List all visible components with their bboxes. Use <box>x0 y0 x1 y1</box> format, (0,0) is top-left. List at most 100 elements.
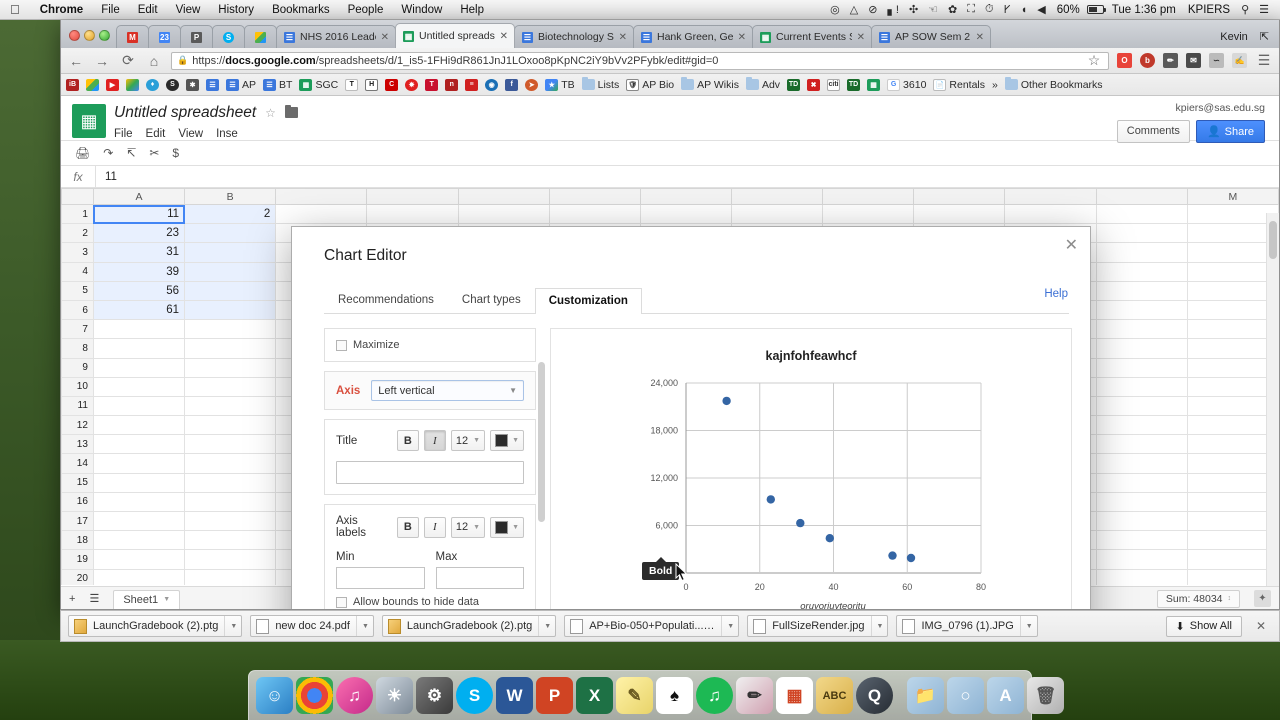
cell[interactable] <box>1186 453 1279 474</box>
blocked-icon[interactable]: ⊘ <box>863 3 882 16</box>
select-all-corner[interactable] <box>61 188 94 205</box>
explore-icon[interactable]: ✦ <box>1254 590 1271 607</box>
bookmark-t[interactable]: T <box>425 78 439 91</box>
bookmark-asterisk[interactable]: ✱ <box>186 78 199 91</box>
bookmark-other-bookmarks[interactable]: Other Bookmarks <box>1004 77 1103 91</box>
maximize-checkbox[interactable] <box>336 339 347 351</box>
cell[interactable] <box>1186 395 1279 417</box>
forward-arrow-icon[interactable]: → <box>93 53 111 69</box>
zoom-window-button[interactable] <box>99 30 110 41</box>
bookmarks-overflow-button[interactable]: » <box>992 79 998 91</box>
column-header-e[interactable] <box>457 188 550 205</box>
chevron-down-icon[interactable]: ▼ <box>870 616 883 636</box>
cell[interactable] <box>184 491 277 513</box>
chevron-down-icon[interactable]: ▼ <box>721 616 734 636</box>
menu-file[interactable]: File <box>92 4 129 16</box>
account-email[interactable]: kpiers@sas.edu.sg <box>1117 102 1265 114</box>
bookmark-lists[interactable]: Lists <box>581 77 619 91</box>
pointer-icon[interactable]: ☜ <box>923 3 943 16</box>
cell[interactable] <box>184 319 277 340</box>
cell[interactable] <box>1186 434 1279 455</box>
cell[interactable] <box>1186 472 1279 493</box>
cell[interactable] <box>184 357 277 378</box>
close-tab-icon[interactable]: ✕ <box>381 32 389 43</box>
close-tab-icon[interactable]: ✕ <box>976 32 984 43</box>
undo-icon[interactable]: ↷ <box>103 146 113 160</box>
column-header-b[interactable]: B <box>184 188 277 205</box>
photos-icon[interactable]: ☀ <box>376 677 413 714</box>
paint-format-icon[interactable]: ✂ <box>149 146 159 160</box>
bookmark-td-2[interactable]: TD <box>847 78 861 91</box>
bookmark-water[interactable]: ♦ <box>146 78 159 91</box>
bookmark-eye[interactable]: ◉ <box>485 78 499 91</box>
row-header[interactable]: 18 <box>61 530 94 551</box>
cell[interactable] <box>92 530 186 551</box>
axis-title-input[interactable] <box>336 461 524 484</box>
sheets-menu-view[interactable]: View <box>178 128 203 140</box>
tab-recommendations[interactable]: Recommendations <box>324 287 448 313</box>
fan-icon[interactable]: ✣ <box>904 3 923 16</box>
tab-current-events-sign-up[interactable]: ▦ Current Events Sign U ✕ <box>752 25 872 48</box>
tab-customization[interactable]: Customization <box>534 288 642 314</box>
chevron-down-icon[interactable]: ▼ <box>224 616 237 636</box>
tab-nhs-2016-leadership[interactable]: ☰ NHS 2016 Leadership ✕ <box>276 25 396 48</box>
bookmark-tb[interactable]: ★ TB <box>545 78 575 91</box>
spades-icon[interactable]: ♠ <box>656 677 693 714</box>
documents-folder-icon[interactable]: 📁 <box>907 677 944 714</box>
row-header[interactable]: 15 <box>61 472 94 493</box>
record-icon[interactable]: ◎ <box>825 3 845 16</box>
cell[interactable] <box>184 530 277 551</box>
window-controls[interactable] <box>67 30 116 48</box>
cell[interactable] <box>548 203 641 225</box>
bookmark-docs-1[interactable]: ☰ <box>206 78 219 91</box>
quicktime-icon[interactable]: Q <box>856 677 893 714</box>
row-header[interactable]: 4 <box>61 261 94 282</box>
row-header[interactable]: 12 <box>61 415 94 436</box>
cell[interactable] <box>92 472 186 493</box>
title-color-select[interactable]: ▼ <box>490 430 524 451</box>
menu-people[interactable]: People <box>339 4 393 16</box>
cell[interactable] <box>184 434 277 455</box>
cell[interactable] <box>730 203 824 225</box>
dictionary-icon[interactable]: ABC <box>816 677 853 714</box>
row-header[interactable]: 14 <box>61 453 94 474</box>
cell[interactable] <box>1095 203 1188 225</box>
menu-chrome[interactable]: Chrome <box>31 4 92 16</box>
cell[interactable] <box>1186 242 1279 263</box>
bookmark-td[interactable]: TD <box>787 78 801 91</box>
maximize-row[interactable]: Maximize <box>336 339 524 351</box>
row-header[interactable]: 11 <box>61 395 94 417</box>
bookmark-ap[interactable]: ☰ AP <box>226 78 256 91</box>
cell[interactable] <box>639 203 733 225</box>
wifi-icon[interactable]: ◖ <box>1016 4 1033 16</box>
extension-b-icon[interactable]: b <box>1140 53 1155 68</box>
bookmark-x[interactable]: ✖ <box>807 78 821 91</box>
row-header[interactable]: 7 <box>61 319 94 340</box>
plus-icon[interactable]: + <box>69 593 75 605</box>
cell-b6[interactable] <box>184 299 277 321</box>
downloads-folder-icon[interactable]: ○ <box>947 677 984 714</box>
cell[interactable] <box>366 203 459 225</box>
download-item[interactable]: new doc 24.pdf ▼ <box>250 615 374 637</box>
print-icon[interactable]: 🖨 <box>75 146 90 160</box>
cell[interactable] <box>1186 376 1279 397</box>
cell[interactable] <box>1095 472 1188 493</box>
search-icon[interactable]: ⚲ <box>1236 3 1254 16</box>
bookmark-ap-wikis[interactable]: AP Wikis <box>681 77 739 91</box>
title-bold-button[interactable]: B <box>396 430 419 451</box>
menu-window[interactable]: Window <box>392 4 451 16</box>
pinned-tab-drive[interactable] <box>244 25 277 48</box>
chrome-icon[interactable] <box>296 677 333 714</box>
download-item[interactable]: IMG_0796 (1).JPG ▼ <box>896 615 1038 637</box>
cell[interactable] <box>184 415 277 436</box>
extension-evernote-icon[interactable]: ✏ <box>1163 53 1178 68</box>
dropbox-alt-icon[interactable]: ✿ <box>943 3 962 16</box>
cell[interactable] <box>1186 261 1279 282</box>
cell[interactable] <box>92 376 186 397</box>
cell-a6[interactable]: 61 <box>92 299 186 321</box>
address-bar[interactable]: 🔒 https://docs.google.com/spreadsheets/d… <box>171 51 1109 70</box>
cell[interactable] <box>1095 319 1188 340</box>
row-header[interactable]: 6 <box>61 299 94 321</box>
close-icon[interactable]: ✕ <box>1065 235 1078 255</box>
folder-icon[interactable] <box>284 105 298 118</box>
